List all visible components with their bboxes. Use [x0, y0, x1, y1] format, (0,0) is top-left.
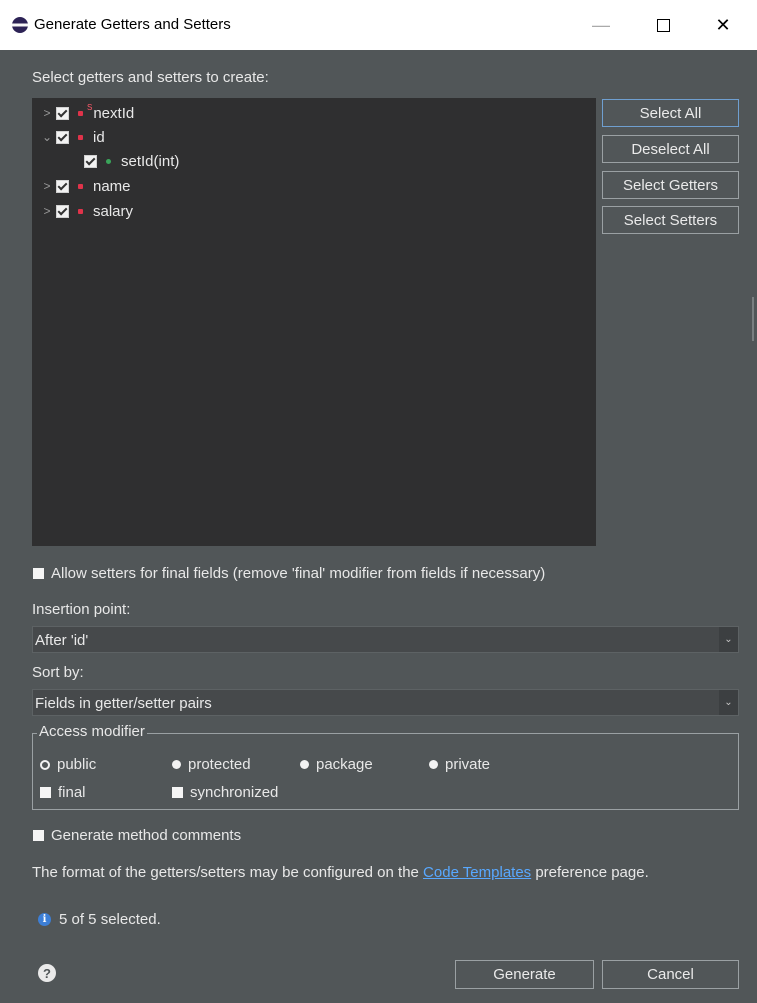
allow-final-label: Allow setters for final fields (remove '…	[51, 565, 546, 582]
insertion-point-value: After 'id'	[35, 632, 89, 649]
select-getters-button[interactable]: Select Getters	[602, 171, 739, 199]
tree-item-salary[interactable]: > salary	[38, 199, 133, 223]
tree-item-checkbox[interactable]	[56, 179, 69, 193]
tree-item-checkbox[interactable]	[56, 204, 69, 218]
radio-label: package	[316, 756, 373, 773]
maximize-button[interactable]	[640, 8, 686, 42]
title-bar: Generate Getters and Setters — ✕	[0, 0, 757, 50]
insertion-point-label: Insertion point:	[32, 601, 131, 618]
fields-tree[interactable]: > S nextId ⌄ id setId(int) > name > sala…	[32, 98, 596, 546]
access-modifier-legend: Access modifier	[37, 723, 147, 740]
deselect-all-button[interactable]: Deselect All	[602, 135, 739, 163]
select-all-button[interactable]: Select All	[602, 99, 739, 127]
checkbox-box[interactable]	[172, 787, 183, 798]
radio-label: private	[445, 756, 491, 773]
radio-label: public	[57, 756, 97, 773]
eclipse-app-icon	[12, 17, 28, 33]
close-button[interactable]: ✕	[700, 8, 746, 42]
minimize-icon: —	[592, 14, 610, 35]
tree-item-label: salary	[93, 202, 134, 220]
maximize-icon	[656, 18, 670, 32]
synchronized-label: synchronized	[190, 784, 279, 801]
tree-label: Select getters and setters to create:	[32, 69, 269, 86]
private-field-icon	[78, 183, 83, 189]
private-field-icon	[78, 134, 83, 140]
generate-comments-checkbox[interactable]: Generate method comments	[33, 827, 241, 844]
info-icon: i	[38, 913, 51, 926]
help-icon[interactable]: ?	[38, 964, 56, 982]
access-modifier-group: Access modifier public protected package…	[32, 723, 739, 810]
chevron-down-icon[interactable]: ⌄	[719, 690, 738, 715]
tree-item-label: setId(int)	[121, 152, 180, 170]
final-checkbox[interactable]: final	[40, 784, 86, 801]
generate-button[interactable]: Generate	[455, 960, 594, 989]
checkbox-box[interactable]	[33, 830, 44, 841]
sort-by-combo[interactable]: Fields in getter/setter pairs ⌄	[32, 689, 739, 716]
public-method-icon	[106, 158, 111, 164]
sort-by-label: Sort by:	[32, 664, 84, 681]
radio-icon[interactable]	[172, 760, 181, 769]
status-line: i 5 of 5 selected.	[38, 911, 161, 928]
private-field-icon	[78, 110, 83, 116]
chevron-right-icon[interactable]: >	[38, 204, 56, 218]
final-label: final	[58, 784, 86, 801]
chevron-down-icon[interactable]: ⌄	[38, 130, 56, 144]
cancel-button[interactable]: Cancel	[602, 960, 739, 989]
insertion-point-combo[interactable]: After 'id' ⌄	[32, 626, 739, 653]
close-icon: ✕	[715, 14, 731, 35]
format-note: The format of the getters/setters may be…	[32, 864, 649, 881]
tree-item-name[interactable]: > name	[38, 174, 131, 198]
radio-private[interactable]: private	[429, 756, 490, 773]
format-note-suffix: preference page.	[531, 864, 649, 881]
radio-selected-icon[interactable]	[40, 759, 50, 770]
window-title: Generate Getters and Setters	[34, 16, 231, 33]
checkbox-box[interactable]	[33, 568, 44, 579]
static-badge-icon: S	[87, 102, 93, 112]
generate-comments-label: Generate method comments	[51, 827, 242, 844]
radio-public[interactable]: public	[40, 756, 96, 773]
tree-item-setid[interactable]: setId(int)	[84, 149, 179, 173]
radio-label: protected	[188, 756, 251, 773]
sort-by-value: Fields in getter/setter pairs	[35, 695, 212, 712]
tree-item-label: nextId	[93, 104, 135, 122]
radio-protected[interactable]: protected	[172, 756, 251, 773]
code-templates-link[interactable]: Code Templates	[423, 864, 531, 881]
tree-item-nextid[interactable]: > S nextId	[38, 101, 134, 125]
format-note-text: The format of the getters/setters may be…	[32, 864, 424, 881]
select-setters-button[interactable]: Select Setters	[602, 206, 739, 234]
radio-icon[interactable]	[429, 760, 438, 769]
radio-icon[interactable]	[300, 760, 309, 769]
checkbox-box[interactable]	[40, 787, 51, 798]
tree-item-label: id	[93, 128, 105, 146]
tree-item-label: name	[93, 177, 131, 195]
radio-package[interactable]: package	[300, 756, 373, 773]
tree-item-checkbox[interactable]	[84, 154, 97, 168]
status-text: 5 of 5 selected.	[59, 911, 161, 928]
tree-item-checkbox[interactable]	[56, 106, 69, 120]
tree-item-checkbox[interactable]	[56, 130, 69, 144]
minimize-button[interactable]: —	[578, 8, 624, 42]
chevron-right-icon[interactable]: >	[38, 179, 56, 193]
chevron-down-icon[interactable]: ⌄	[719, 627, 738, 652]
chevron-right-icon[interactable]: >	[38, 106, 56, 120]
private-field-icon	[78, 208, 83, 214]
window-scrollbar[interactable]	[752, 297, 754, 341]
synchronized-checkbox[interactable]: synchronized	[172, 784, 278, 801]
tree-item-id[interactable]: ⌄ id	[38, 125, 105, 149]
allow-final-checkbox[interactable]: Allow setters for final fields (remove '…	[33, 565, 545, 582]
